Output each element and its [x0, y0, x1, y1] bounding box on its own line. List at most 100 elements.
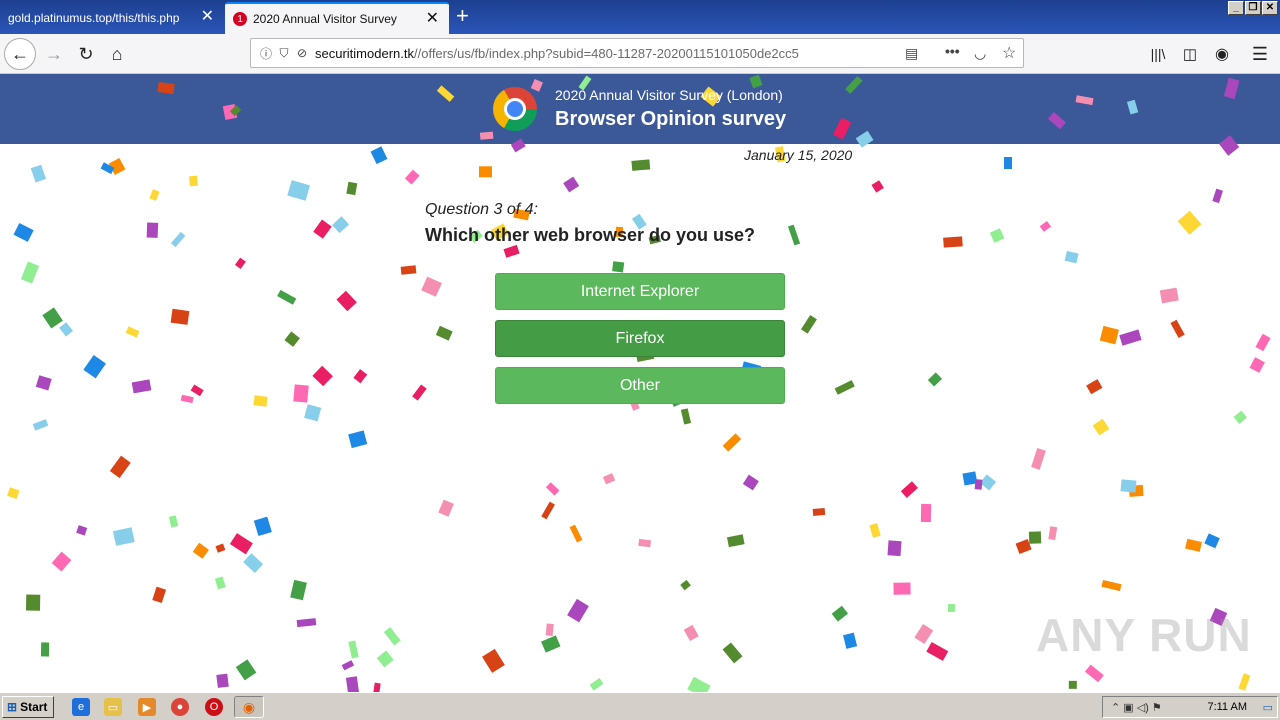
restore-button[interactable]: ❐ — [1245, 1, 1261, 15]
confetti-piece — [603, 473, 616, 485]
confetti-piece — [990, 228, 1005, 243]
confetti-piece — [292, 384, 309, 403]
minimize-button[interactable]: _ — [1228, 1, 1244, 15]
answer-firefox-button[interactable]: Firefox — [495, 320, 785, 357]
confetti-piece — [921, 504, 932, 524]
new-tab-plus-icon[interactable]: + — [456, 4, 469, 28]
clock: 7:11 AM — [1207, 701, 1247, 713]
confetti-piece — [722, 643, 742, 664]
confetti-piece — [1039, 221, 1051, 233]
confetti-piece — [979, 474, 997, 491]
library-icon[interactable]: |||\ — [1142, 38, 1174, 70]
sidebar-icon[interactable]: ◫ — [1174, 38, 1206, 70]
confetti-piece — [336, 290, 358, 312]
confetti-piece — [1092, 419, 1110, 436]
confetti-piece — [631, 158, 650, 171]
confetti-piece — [383, 626, 401, 646]
confetti-piece — [927, 372, 943, 387]
tray-icons[interactable]: ⌃ ▣ ◁) ⚑ — [1111, 701, 1162, 714]
confetti-piece — [180, 394, 194, 404]
confetti-piece — [926, 642, 949, 662]
confetti-piece — [421, 276, 442, 297]
confetti-piece — [1028, 531, 1041, 544]
confetti-piece — [42, 307, 63, 329]
confetti-piece — [373, 682, 381, 692]
firefox-taskbar-button[interactable]: ◉ — [234, 696, 264, 718]
start-button[interactable]: ⊞ Start — [2, 696, 54, 718]
tab-close-icon[interactable]: ✕ — [426, 11, 439, 27]
confetti-piece — [540, 501, 555, 520]
permissions-icon[interactable]: ⊘ — [293, 46, 311, 60]
forward-arrow-icon[interactable]: → — [38, 38, 70, 70]
confetti-piece — [313, 219, 332, 239]
confetti-piece — [348, 640, 359, 659]
confetti-piece — [400, 265, 417, 275]
answer-other-button[interactable]: Other — [495, 367, 785, 404]
confetti-piece — [146, 222, 158, 238]
confetti-piece — [1204, 533, 1220, 549]
confetti-piece — [831, 605, 848, 622]
confetti-piece — [742, 474, 759, 491]
confetti-piece — [170, 231, 186, 248]
reader-view-icon[interactable]: ▤ — [905, 45, 918, 62]
show-desktop-icon[interactable]: ▭ — [1263, 701, 1273, 714]
close-window-button[interactable]: ✕ — [1262, 1, 1278, 15]
confetti-piece — [13, 222, 34, 242]
banner-subtitle: 2020 Annual Visitor Survey (London) — [555, 87, 783, 103]
tab-gold-platinumus[interactable]: gold.platinumus.top/this/this.php ✕ — [0, 2, 224, 34]
tab-close-icon[interactable]: ✕ — [201, 9, 214, 25]
confetti-piece — [1120, 479, 1138, 493]
tab-visitor-survey[interactable]: 1 2020 Annual Visitor Survey ✕ — [225, 2, 449, 34]
answer-internet-explorer-button[interactable]: Internet Explorer — [495, 273, 785, 310]
opera-icon[interactable]: O — [205, 698, 223, 716]
confetti-piece — [277, 289, 297, 305]
chrome-icon[interactable]: ● — [171, 698, 189, 716]
address-bar[interactable]: ⓘ ⛉ ⊘ securitimodern.tk//offers/us/fb/in… — [250, 38, 1024, 68]
confetti-piece — [41, 642, 51, 657]
confetti-piece — [974, 478, 983, 490]
shield-icon[interactable]: ⛉ — [275, 46, 293, 61]
bookmark-star-icon[interactable]: ☆ — [1002, 43, 1016, 63]
confetti-piece — [589, 678, 604, 691]
confetti-piece — [296, 618, 317, 628]
confetti-piece — [131, 379, 152, 393]
confetti-piece — [229, 533, 253, 555]
confetti-piece — [214, 577, 226, 590]
confetti-piece — [342, 660, 355, 671]
menu-hamburger-icon[interactable]: ☰ — [1244, 38, 1276, 70]
confetti-piece — [242, 553, 263, 573]
confetti-piece — [304, 404, 321, 421]
folder-icon[interactable]: ▭ — [104, 698, 122, 716]
confetti-piece — [901, 481, 919, 499]
pocket-icon[interactable]: ◡ — [974, 45, 986, 62]
confetti-piece — [253, 395, 268, 407]
confetti-piece — [567, 598, 589, 623]
back-arrow-icon[interactable]: ← — [4, 38, 36, 70]
reload-icon[interactable]: ↻ — [70, 38, 102, 70]
confetti-piece — [1177, 210, 1202, 235]
question-text: Which other web browser do you use? — [425, 225, 756, 245]
confetti-piece — [1085, 664, 1104, 683]
home-icon[interactable]: ⌂ — [101, 38, 133, 70]
tab-alert-badge: 1 — [233, 12, 247, 26]
confetti-piece — [1099, 325, 1119, 345]
confetti-piece — [1119, 329, 1142, 346]
confetti-piece — [35, 375, 52, 391]
confetti-piece — [348, 430, 368, 449]
info-icon[interactable]: ⓘ — [257, 45, 275, 62]
confetti-piece — [215, 543, 226, 553]
confetti-piece — [1160, 288, 1179, 304]
confetti-piece — [332, 216, 350, 234]
ie-icon[interactable]: e — [72, 698, 90, 716]
confetti-piece — [680, 407, 692, 425]
confetti-piece — [151, 586, 166, 603]
confetti-piece — [149, 188, 160, 201]
confetti-piece — [26, 594, 40, 611]
account-icon[interactable]: ◉ — [1206, 38, 1238, 70]
confetti-piece — [287, 180, 310, 201]
tab-title: 2020 Annual Visitor Survey — [253, 12, 397, 26]
page-actions-icon[interactable]: ••• — [945, 43, 960, 59]
confetti-piece — [541, 634, 561, 652]
confetti-piece — [481, 648, 505, 673]
media-player-icon[interactable]: ▶ — [138, 698, 156, 716]
